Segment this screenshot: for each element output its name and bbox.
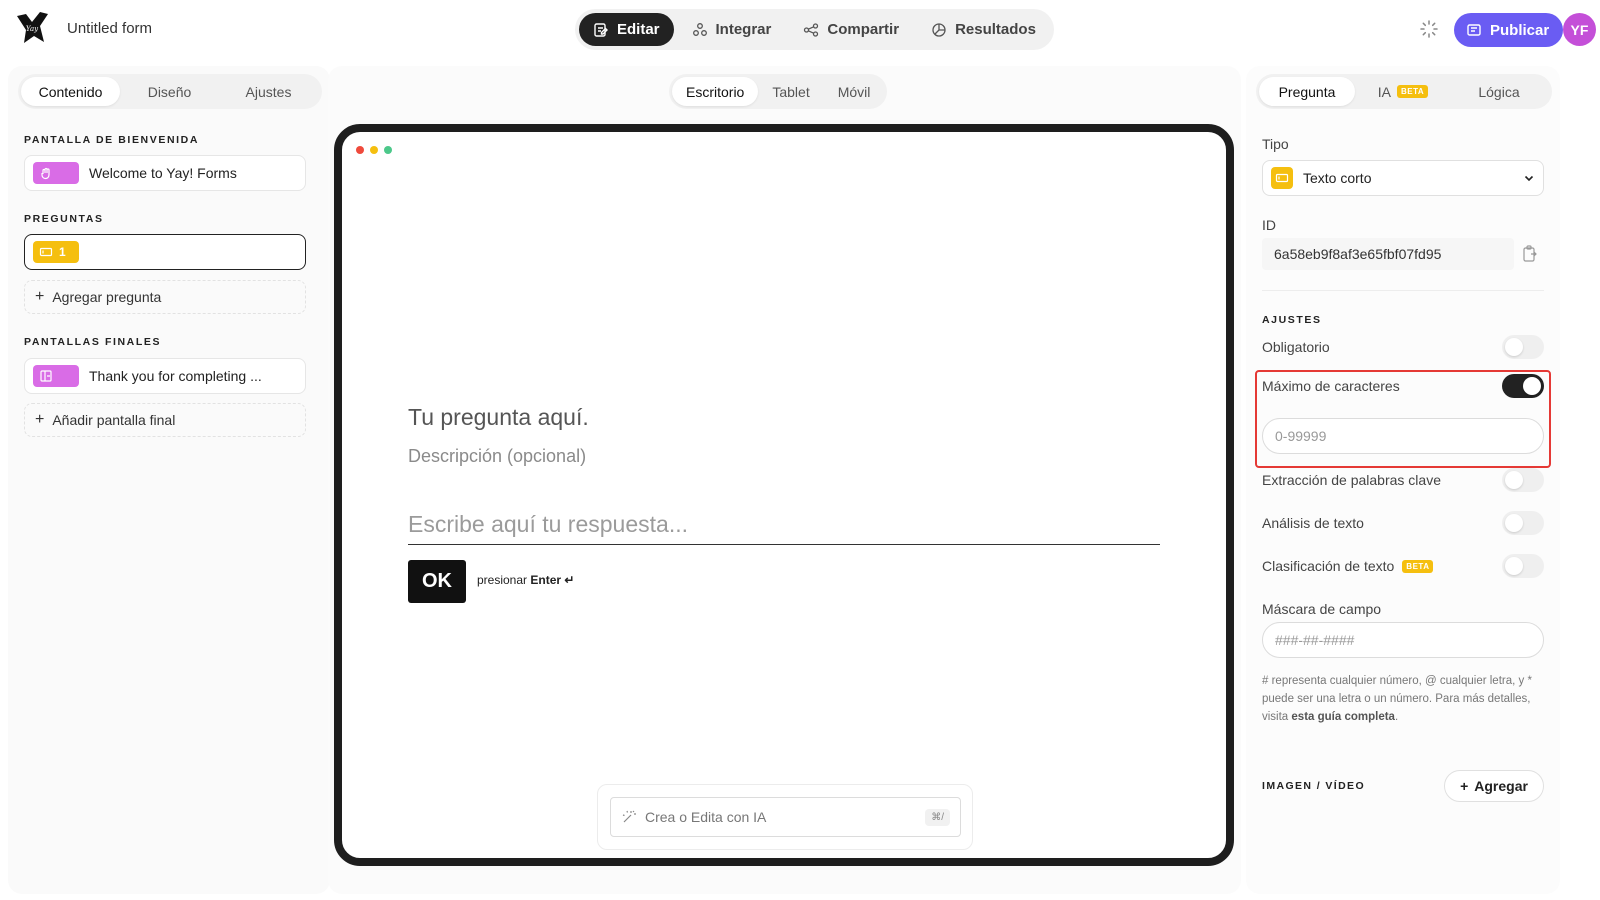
properties-panel: Pregunta IA BETA Lógica Tipo Texto corto… (1246, 66, 1560, 894)
settings-section-title: AJUSTES (1262, 314, 1322, 326)
keyword-extraction-setting: Extracción de palabras clave (1262, 467, 1544, 493)
welcome-item-label: Welcome to Yay! Forms (89, 165, 237, 181)
ending-item-label: Thank you for completing ... (89, 368, 262, 384)
short-text-icon (39, 247, 53, 257)
question-description[interactable]: Descripción (opcional) (408, 446, 586, 467)
media-section-title: IMAGEN / VÍDEO (1262, 780, 1366, 792)
content-panel: Contenido Diseño Ajustes PANTALLA DE BIE… (8, 66, 330, 894)
question-type-select[interactable]: Texto corto (1262, 160, 1544, 196)
welcome-section-title: PANTALLA DE BIENVENIDA (24, 134, 200, 146)
add-question-button[interactable]: + Agregar pregunta (24, 280, 306, 314)
window-dot-green (384, 146, 392, 154)
guide-link[interactable]: esta guía completa (1291, 711, 1395, 723)
mask-help-text: # representa cualquier número, @ cualqui… (1262, 675, 1532, 723)
question-id-field[interactable]: 6a58eb9f8af3e65fbf07fd95 (1262, 238, 1514, 270)
id-label: ID (1262, 217, 1276, 233)
tab-question[interactable]: Pregunta (1259, 77, 1355, 106)
left-panel-tabs: Contenido Diseño Ajustes (18, 74, 322, 109)
window-dots (356, 146, 392, 154)
add-ending-button[interactable]: + Añadir pantalla final (24, 403, 306, 437)
tab-edit[interactable]: Editar (579, 13, 674, 46)
results-icon (932, 22, 946, 37)
beta-badge: BETA (1402, 559, 1434, 573)
copy-icon[interactable] (1522, 245, 1538, 263)
max-chars-setting: Máximo de caracteres (1262, 373, 1544, 399)
chevron-down-icon (1524, 175, 1534, 182)
question-title[interactable]: Tu pregunta aquí. (408, 404, 589, 431)
max-chars-input[interactable]: 0-99999 (1262, 418, 1544, 454)
question-number: 1 (59, 245, 66, 259)
tab-ai[interactable]: IA BETA (1355, 77, 1451, 106)
preview-panel: Escritorio Tablet Móvil Tu pregunta aquí… (328, 66, 1241, 894)
text-classification-toggle[interactable] (1502, 554, 1544, 578)
device-tabs: Escritorio Tablet Móvil (669, 74, 888, 109)
mode-tabs: Editar Integrar Compartir Resultados (575, 9, 1054, 50)
device-preview-frame: Tu pregunta aquí. Descripción (opcional)… (334, 124, 1234, 866)
integrate-icon (692, 22, 707, 36)
ending-screen-item[interactable]: Thank you for completing ... (24, 358, 306, 394)
short-text-type-icon (1271, 167, 1293, 189)
publish-button[interactable]: Publicar (1454, 13, 1564, 47)
plus-icon: + (1460, 778, 1469, 794)
tab-results[interactable]: Resultados (917, 13, 1050, 46)
tab-integrate[interactable]: Integrar (678, 13, 786, 46)
plus-icon: + (35, 288, 45, 305)
required-toggle[interactable] (1502, 335, 1544, 359)
questions-section-title: PREGUNTAS (24, 213, 104, 225)
right-panel-tabs: Pregunta IA BETA Lógica (1256, 74, 1552, 109)
tab-settings[interactable]: Ajustes (219, 77, 318, 106)
endings-section-title: PANTALLAS FINALES (24, 336, 162, 348)
max-chars-toggle[interactable] (1502, 374, 1544, 398)
tab-logic[interactable]: Lógica (1451, 77, 1547, 106)
required-setting: Obligatorio (1262, 334, 1544, 360)
user-avatar[interactable]: YF (1563, 13, 1596, 46)
answer-input[interactable]: Escribe aquí tu respuesta... (408, 505, 1160, 545)
field-mask-input[interactable]: ###-##-#### (1262, 622, 1544, 658)
text-analysis-toggle[interactable] (1502, 511, 1544, 535)
shortcut-hint: ⌘/ (925, 808, 950, 826)
question-badge: 1 (33, 241, 79, 263)
text-analysis-setting: Análisis de texto (1262, 510, 1544, 536)
top-bar: Yay Untitled form Editar Integrar Compar… (0, 0, 1600, 60)
add-media-button[interactable]: + Agregar (1444, 770, 1544, 802)
edit-icon (594, 22, 608, 37)
type-label: Tipo (1262, 136, 1289, 152)
text-classification-setting: Clasificación de texto BETA (1262, 553, 1544, 579)
welcome-screen-item[interactable]: Welcome to Yay! Forms (24, 155, 306, 191)
tab-desktop[interactable]: Escritorio (672, 77, 759, 106)
yay-forms-logo[interactable]: Yay (14, 10, 50, 46)
ok-button[interactable]: OK (408, 560, 466, 603)
exit-icon (40, 370, 52, 382)
ending-badge (33, 365, 79, 387)
hand-wave-icon (41, 167, 50, 180)
tab-content[interactable]: Contenido (21, 77, 120, 106)
window-dot-yellow (370, 146, 378, 154)
tab-mobile[interactable]: Móvil (824, 77, 885, 106)
svg-text:Yay: Yay (26, 25, 39, 33)
publish-icon (1467, 24, 1481, 36)
window-dot-red (356, 146, 364, 154)
share-icon (804, 22, 819, 37)
question-item[interactable]: 1 (24, 234, 306, 270)
beta-badge: BETA (1397, 85, 1429, 98)
loading-spinner-icon (1420, 20, 1438, 38)
ai-prompt-box: Crea o Edita con IA ⌘/ (597, 784, 973, 850)
tab-share[interactable]: Compartir (789, 13, 913, 46)
ai-prompt-input[interactable]: Crea o Edita con IA ⌘/ (610, 797, 961, 837)
tab-design[interactable]: Diseño (120, 77, 219, 106)
welcome-badge (33, 162, 79, 184)
form-title[interactable]: Untitled form (67, 20, 152, 37)
plus-icon: + (35, 411, 45, 428)
mask-label: Máscara de campo (1262, 601, 1382, 617)
tab-tablet[interactable]: Tablet (758, 77, 823, 106)
divider (1262, 290, 1544, 291)
enter-hint: presionar Enter ↵ (477, 573, 575, 587)
keyword-extraction-toggle[interactable] (1502, 468, 1544, 492)
magic-wand-icon (622, 810, 636, 823)
